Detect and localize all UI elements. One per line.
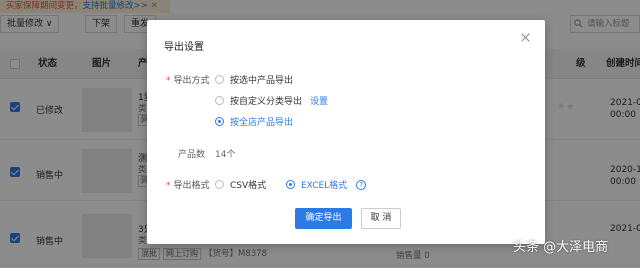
radio-button[interactable]	[215, 75, 224, 84]
export-settings-dialog: 导出设置 * 导出方式 按选中产品导出 按自定义分类导出 设置 按全店产品导出 产…	[147, 20, 545, 244]
export-format-label: * 导出格式	[166, 178, 210, 191]
format-label: CSV格式	[230, 181, 267, 191]
option-selected-products[interactable]: 按选中产品导出	[215, 73, 293, 86]
option-label: 按选中产品导出	[230, 76, 294, 86]
option-all-products[interactable]: 按全店产品导出	[215, 115, 293, 128]
export-method-label-text: 导出方式	[173, 76, 210, 86]
radio-button[interactable]	[215, 96, 224, 105]
watermark: 头条 @大泽电商	[513, 240, 609, 255]
export-format-label-text: 导出格式	[173, 181, 210, 191]
required-asterisk: *	[166, 76, 171, 86]
radio-button-selected[interactable]	[286, 180, 295, 189]
option-label: 按全店产品导出	[230, 118, 294, 128]
confirm-export-button[interactable]: 确定导出	[295, 208, 352, 229]
cancel-button[interactable]: 取 消	[361, 208, 401, 229]
close-icon[interactable]	[520, 32, 532, 44]
dialog-title: 导出设置	[164, 42, 204, 53]
format-csv[interactable]: CSV格式	[215, 178, 266, 191]
product-count-value: 14个	[215, 150, 236, 160]
format-label: EXCEL格式	[301, 181, 348, 191]
option-label: 按自定义分类导出	[230, 97, 303, 107]
radio-button[interactable]	[215, 180, 224, 189]
help-icon[interactable]: ?	[356, 179, 367, 190]
format-excel[interactable]: EXCEL格式 ?	[286, 178, 367, 191]
option-custom-category[interactable]: 按自定义分类导出 设置	[215, 94, 328, 107]
required-asterisk: *	[166, 181, 171, 191]
settings-link[interactable]: 设置	[310, 94, 328, 107]
product-count-label: 产品数	[178, 150, 206, 160]
export-method-label: * 导出方式	[166, 73, 210, 86]
radio-button-selected[interactable]	[215, 117, 224, 126]
